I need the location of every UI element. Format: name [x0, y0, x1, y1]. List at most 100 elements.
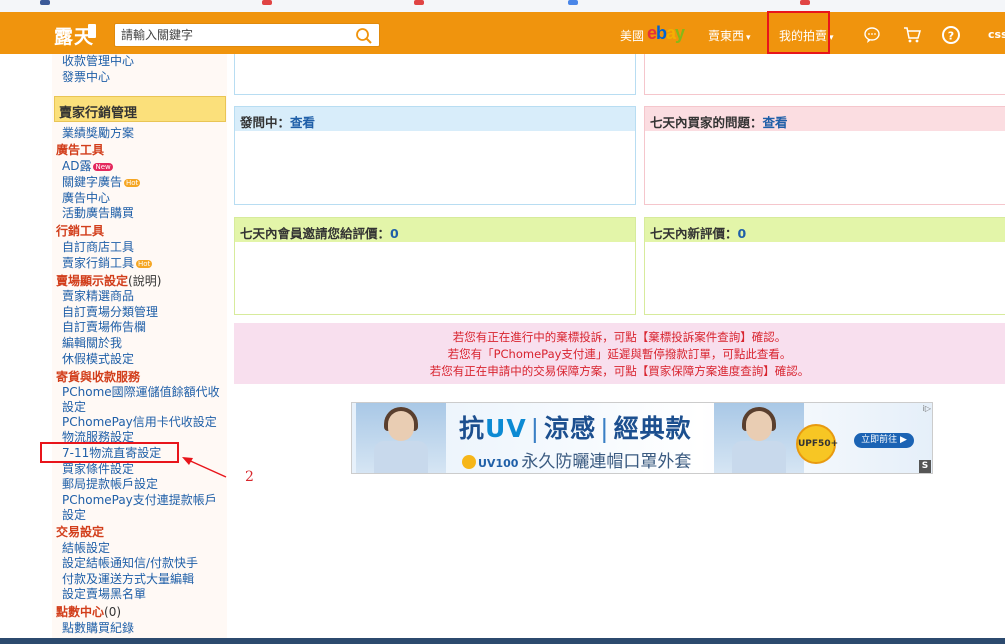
browser-bookmarks-strip	[0, 0, 1005, 12]
sidebar-section-header: 賣家行銷管理	[54, 96, 226, 122]
sidebar-link-pchome-intl[interactable]: PChome國際運儲值餘額代收設定	[62, 385, 227, 415]
help-icon[interactable]: ?	[941, 25, 961, 45]
panel-top-right	[644, 54, 1005, 95]
count-link[interactable]: 0	[738, 226, 747, 241]
category-label: 點數中心	[56, 605, 105, 619]
sidebar-link-ad-center[interactable]: 廣告中心	[62, 191, 110, 206]
ad-model-body	[374, 441, 428, 473]
sidebar-category-points: 點數中心(0)	[56, 605, 121, 620]
search-icon[interactable]	[355, 27, 373, 45]
sidebar-link-campaign-ads[interactable]: 活動廣告購買	[62, 206, 134, 221]
ad-subtitle: 永久防曬連帽口罩外套	[521, 452, 692, 472]
sidebar-link-pchomepay-card[interactable]: PChomePay信用卡代收設定	[62, 415, 217, 430]
sidebar-link-invoice-center[interactable]: 發票中心	[62, 70, 110, 85]
sidebar-link-points-history[interactable]: 點數購買紀錄	[62, 621, 134, 636]
ad-banner[interactable]: 抗UV | 涼感 | 經典款 UV100 永久防曬連帽口罩外套 UPF50+ 立即前往 ▶…	[351, 402, 933, 474]
sidebar-link-bulk-edit[interactable]: 付款及運送方式大量編輯	[62, 572, 194, 587]
panel-header: 七天內買家的問題：查看	[645, 107, 1005, 131]
sidebar-link-checkout-notice[interactable]: 設定結帳通知信/付款快手	[62, 556, 198, 571]
panel-top-left	[234, 54, 636, 95]
ad-headline-text: 涼感	[544, 414, 597, 443]
ebay-logo[interactable]: ebay	[647, 23, 685, 44]
annotation-arrow-icon	[182, 457, 227, 478]
ebay-letter: e	[647, 23, 657, 43]
sidebar-link-category-mgmt[interactable]: 自訂賣場分類管理	[62, 305, 158, 320]
bookmark-icon[interactable]	[262, 0, 272, 5]
sidebar-link-featured-items[interactable]: 賣家精選商品	[62, 289, 134, 304]
sidebar-link-store-tools[interactable]: 自訂商店工具	[62, 240, 134, 255]
site-header: 露天 美國 ebay 賣東西▾ 我的拍賣▾ ? css	[0, 12, 1005, 54]
sidebar-link-payment-center[interactable]: 收款管理中心	[62, 54, 134, 69]
annotation-label-2: 2	[245, 469, 254, 485]
sidebar-category-trade-settings: 交易設定	[56, 525, 105, 539]
ebay-letter: a	[666, 23, 676, 43]
sidebar-link-keyword-ads[interactable]: 關鍵字廣告 Hot	[62, 175, 141, 190]
notice-line[interactable]: 若您有「PChomePay支付連」延遲與暫停撥款訂單，可點此查看。	[234, 346, 1005, 362]
sidebar-category-display-settings: 賣場顯示設定(說明)	[56, 274, 161, 289]
bookmark-icon[interactable]	[568, 0, 578, 5]
sun-icon	[462, 455, 476, 469]
notice-line[interactable]: 若您有正在進行中的棄標投訴，可點【棄標投訴案件查詢】確認。	[234, 329, 1005, 345]
upf-badge: UPF50+	[796, 424, 838, 464]
highlight-box-711	[40, 442, 179, 463]
sidebar-category-shipping: 寄貨與收款服務	[56, 370, 141, 384]
bookmark-icon[interactable]	[40, 0, 50, 5]
panel-rating-invites: 七天內會員邀請您給評價：0	[234, 217, 636, 315]
sidebar-link-buyer-conditions[interactable]: 買家條件設定	[62, 462, 134, 477]
cart-icon[interactable]	[902, 25, 922, 45]
ad-info-icon[interactable]: i▷	[923, 404, 931, 413]
link-label: 關鍵字廣告	[62, 175, 123, 189]
sidebar-link-reward-program[interactable]: 業績獎勵方案	[62, 126, 134, 141]
ad-cta-button[interactable]: 立即前往 ▶	[854, 433, 914, 448]
section-header-label: 賣家行銷管理	[59, 106, 138, 121]
help-link[interactable]: (說明)	[128, 274, 161, 288]
os-taskbar	[0, 638, 1005, 644]
ebay-letter: b	[656, 23, 667, 43]
panel-title: 七天內會員邀請您給評價：0	[240, 223, 399, 242]
notice-box: 若您有正在進行中的棄標投訴，可點【棄標投訴案件查詢】確認。 若您有「PChome…	[234, 323, 1005, 384]
category-label: 賣場顯示設定	[56, 274, 129, 288]
ad-cta-label: 立即前往	[861, 435, 898, 445]
new-badge: New	[93, 163, 113, 171]
ad-headline-uv: UV	[485, 414, 527, 443]
ad-headline: 抗UV | 涼感 | 經典款	[459, 409, 692, 445]
us-link[interactable]: 美國	[620, 27, 644, 44]
sidebar-link-ad-lu[interactable]: AD露 New	[62, 159, 113, 174]
panel-new-ratings: 七天內新評價：0	[644, 217, 1005, 315]
sidebar-link-pchomepay-account[interactable]: PChomePay支付連提款帳戶設定	[62, 493, 227, 523]
sidebar-category-ad-tools: 廣告工具	[56, 143, 105, 157]
count-link[interactable]: 0	[390, 226, 399, 241]
sidebar-link-seller-marketing[interactable]: 賣家行銷工具 Hot	[62, 256, 153, 271]
sidebar-link-vacation-mode[interactable]: 休假模式設定	[62, 352, 134, 367]
sidebar-link-about-me[interactable]: 編輯關於我	[62, 336, 122, 351]
sell-menu[interactable]: 賣東西 ▾	[708, 27, 751, 44]
bookmark-icon[interactable]	[800, 0, 810, 5]
link-label: 賣家行銷工具	[62, 256, 135, 270]
search-input[interactable]	[121, 27, 346, 43]
panel-label: 七天內新評價：	[650, 226, 738, 241]
notice-line[interactable]: 若您有正在申請中的交易保障方案，可點【買家保障方案進度查詢】確認。	[234, 363, 1005, 379]
css-link[interactable]: css	[988, 28, 1005, 41]
panel-title: 七天內新評價：0	[650, 223, 746, 242]
panel-header: 七天內新評價：0	[645, 218, 1005, 242]
ad-brand: UV100	[478, 457, 519, 470]
panel-header: 發問中：查看	[235, 107, 635, 131]
view-link[interactable]: 查看	[763, 115, 788, 130]
logo-tag-icon	[88, 24, 96, 38]
svg-text:?: ?	[948, 30, 954, 43]
ad-headline-text: 經典款	[613, 414, 692, 443]
panel-asking: 發問中：查看	[234, 106, 636, 205]
sidebar-link-blacklist[interactable]: 設定賣場黑名單	[62, 587, 146, 602]
view-link[interactable]: 查看	[290, 115, 315, 130]
hot-badge: Hot	[136, 260, 153, 268]
bookmark-icon[interactable]	[414, 0, 424, 5]
sidebar-link-post-account[interactable]: 郵局提款帳戶設定	[62, 477, 158, 492]
chat-icon[interactable]	[862, 25, 882, 45]
panel-buyer-questions: 七天內買家的問題：查看	[644, 106, 1005, 205]
sidebar-link-bulletin[interactable]: 自訂賣場佈告欄	[62, 320, 146, 335]
ebay-letter: y	[675, 23, 685, 43]
points-count: (0)	[104, 605, 122, 619]
ad-model-face	[746, 411, 772, 441]
ad-corner-icon[interactable]: S	[919, 460, 931, 473]
sidebar-link-checkout[interactable]: 結帳設定	[62, 541, 110, 556]
